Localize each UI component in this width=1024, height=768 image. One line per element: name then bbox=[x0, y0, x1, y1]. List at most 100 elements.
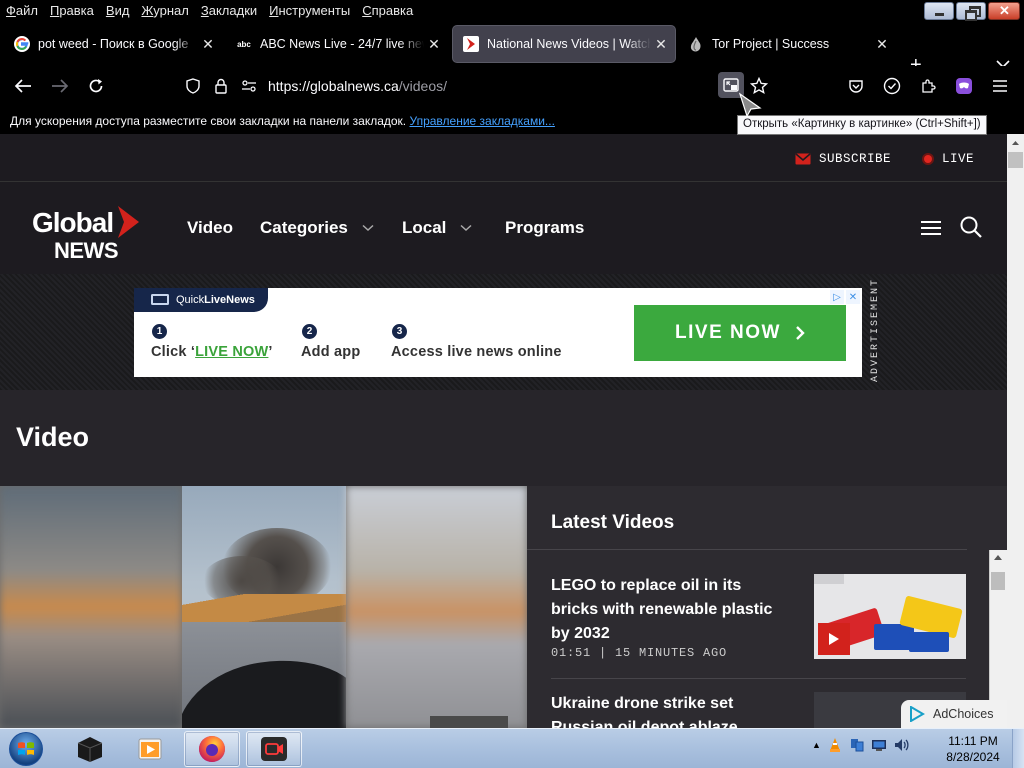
tab-tor-project[interactable]: Tor Project | Success ✕ bbox=[678, 26, 896, 62]
lock-icon[interactable] bbox=[208, 74, 234, 98]
tab-close-icon[interactable]: ✕ bbox=[651, 36, 671, 53]
start-button[interactable] bbox=[4, 729, 48, 768]
tab-title: ABC News Live - 24/7 live news bbox=[260, 37, 424, 51]
taskbar-screen-recorder[interactable] bbox=[246, 731, 302, 767]
minimize-button[interactable] bbox=[924, 2, 954, 20]
close-window-button[interactable] bbox=[988, 2, 1020, 20]
system-tray: ▲ bbox=[812, 737, 909, 753]
chevron-right-icon bbox=[796, 326, 805, 340]
menu-view[interactable]: Вид bbox=[106, 3, 130, 18]
tab-close-icon[interactable]: ✕ bbox=[198, 36, 218, 53]
url-bar[interactable]: https://globalnews.ca/videos/ bbox=[268, 78, 447, 94]
video-headline[interactable]: Ukraine drone strike set Russian oil dep… bbox=[551, 692, 791, 728]
restore-button[interactable] bbox=[956, 2, 986, 21]
forward-arrow-icon bbox=[52, 79, 69, 93]
svg-text:Global: Global bbox=[32, 207, 113, 238]
tracking-shield-icon[interactable] bbox=[180, 74, 206, 98]
site-header: Global NEWS Video Categories Local Progr… bbox=[0, 182, 1007, 274]
tor-icon bbox=[688, 36, 704, 52]
forward-button[interactable] bbox=[47, 74, 73, 98]
live-link[interactable]: LIVE bbox=[922, 152, 974, 166]
ad-info-icon[interactable]: ▷ bbox=[830, 290, 844, 304]
tab-title: pot weed - Поиск в Google bbox=[38, 37, 189, 51]
nav-local[interactable]: Local bbox=[402, 218, 472, 238]
ad-controls: ▷ ✕ bbox=[830, 290, 860, 304]
step-link: LIVE NOW bbox=[195, 344, 269, 360]
tab-bar: pot weed - Поиск в Google ✕ abc ABC News… bbox=[0, 22, 1024, 76]
menu-bookmarks[interactable]: Закладки bbox=[201, 3, 257, 18]
mail-icon bbox=[795, 153, 811, 165]
abc-icon: abc bbox=[237, 39, 251, 49]
live-dot-icon bbox=[922, 153, 934, 165]
video-duration: 01:51 bbox=[551, 646, 592, 660]
menu-edit[interactable]: Правка bbox=[50, 3, 94, 18]
taskbar-clock[interactable]: 11:11 PM 8/28/2024 bbox=[936, 733, 1010, 765]
step-number: 2 bbox=[302, 324, 317, 339]
video-meta: 01:51 | 15 MINUTES AGO bbox=[551, 646, 728, 660]
advertisement-label: ADVERTISEMENT bbox=[870, 277, 881, 382]
step-text-end: ’ bbox=[268, 344, 273, 360]
tab-global-news[interactable]: National News Videos | Watch Global News… bbox=[453, 26, 675, 62]
step-text: Add app bbox=[301, 344, 361, 360]
menu-file[interactable]: Файл bbox=[6, 3, 38, 18]
monitor-tray-icon[interactable] bbox=[871, 737, 887, 753]
menu-bar: Файл Правка Вид Журнал Закладки Инструме… bbox=[0, 0, 1024, 22]
adchoices-icon bbox=[910, 706, 925, 722]
network-tray-icon[interactable] bbox=[849, 737, 865, 753]
back-button[interactable] bbox=[10, 74, 36, 98]
video-player[interactable] bbox=[0, 486, 527, 728]
ad-close-icon[interactable]: ✕ bbox=[846, 290, 860, 304]
reload-icon bbox=[89, 79, 103, 93]
tab-abc-news[interactable]: abc ABC News Live - 24/7 live news ✕ bbox=[226, 26, 448, 62]
video-headline[interactable]: LEGO to replace oil in its bricks with r… bbox=[551, 574, 791, 646]
site-menu-icon[interactable] bbox=[920, 220, 942, 241]
nav-categories[interactable]: Categories bbox=[260, 218, 374, 238]
page-scroll-thumb[interactable] bbox=[1008, 152, 1023, 168]
nav-programs[interactable]: Programs bbox=[505, 218, 584, 238]
private-mask-icon[interactable] bbox=[951, 74, 977, 98]
nav-video[interactable]: Video bbox=[187, 218, 233, 238]
tab-close-icon[interactable]: ✕ bbox=[424, 36, 444, 53]
tab-title: National News Videos | Watch Global News bbox=[487, 37, 651, 51]
reload-button[interactable] bbox=[83, 74, 109, 98]
menu-history[interactable]: Журнал bbox=[141, 3, 188, 18]
show-desktop-button[interactable] bbox=[1012, 729, 1024, 768]
subscribe-link[interactable]: SUBSCRIBE bbox=[795, 152, 891, 166]
hamburger-menu-icon[interactable] bbox=[987, 74, 1013, 98]
nav-video-label: Video bbox=[187, 218, 233, 237]
search-icon[interactable] bbox=[960, 216, 982, 243]
account-sync-icon[interactable] bbox=[879, 74, 905, 98]
global-news-logo[interactable]: Global NEWS bbox=[32, 202, 144, 269]
taskbar-firefox[interactable] bbox=[184, 731, 240, 767]
step-number: 3 bbox=[392, 324, 407, 339]
page-scrollbar[interactable] bbox=[1007, 134, 1024, 728]
pocket-icon[interactable] bbox=[843, 74, 869, 98]
live-now-button[interactable]: LIVE NOW bbox=[634, 305, 846, 361]
volume-tray-icon[interactable] bbox=[893, 737, 909, 753]
tab-close-icon[interactable]: ✕ bbox=[872, 36, 892, 53]
menu-tools[interactable]: Инструменты bbox=[269, 3, 350, 18]
taskbar-media-player[interactable] bbox=[122, 731, 178, 767]
ad-step-1: 1 Click ‘LIVE NOW’ bbox=[151, 324, 273, 360]
permissions-icon[interactable] bbox=[236, 74, 262, 98]
extensions-puzzle-icon[interactable] bbox=[915, 74, 941, 98]
tray-expand-icon[interactable]: ▲ bbox=[812, 740, 821, 750]
latest-videos-panel: Latest Videos LEGO to replace oil in its… bbox=[527, 486, 1007, 728]
video-blur-left bbox=[0, 486, 182, 728]
vlc-tray-icon[interactable] bbox=[827, 737, 843, 753]
media-player-icon bbox=[138, 738, 162, 760]
latest-videos-heading: Latest Videos bbox=[551, 512, 675, 533]
video-controls[interactable] bbox=[430, 716, 508, 728]
manage-bookmarks-link[interactable]: Управление закладками... bbox=[409, 114, 554, 128]
tab-google-search[interactable]: pot weed - Поиск в Google ✕ bbox=[4, 26, 222, 62]
adchoices-badge[interactable]: AdChoices bbox=[901, 700, 1007, 728]
nav-categories-label: Categories bbox=[260, 218, 348, 237]
url-domain: https://globalnews.ca bbox=[268, 78, 399, 94]
quicklivenews-ad[interactable]: QuickLiveNews 1 Click ‘LIVE NOW’ 2 Add a… bbox=[134, 288, 862, 377]
video-thumbnail[interactable] bbox=[814, 574, 966, 659]
taskbar-app-cube[interactable] bbox=[62, 731, 118, 767]
chevron-down-icon bbox=[362, 224, 374, 232]
ad-badge-prefix: Quick bbox=[176, 294, 205, 306]
menu-help[interactable]: Справка bbox=[362, 3, 413, 18]
play-icon[interactable] bbox=[818, 623, 850, 655]
